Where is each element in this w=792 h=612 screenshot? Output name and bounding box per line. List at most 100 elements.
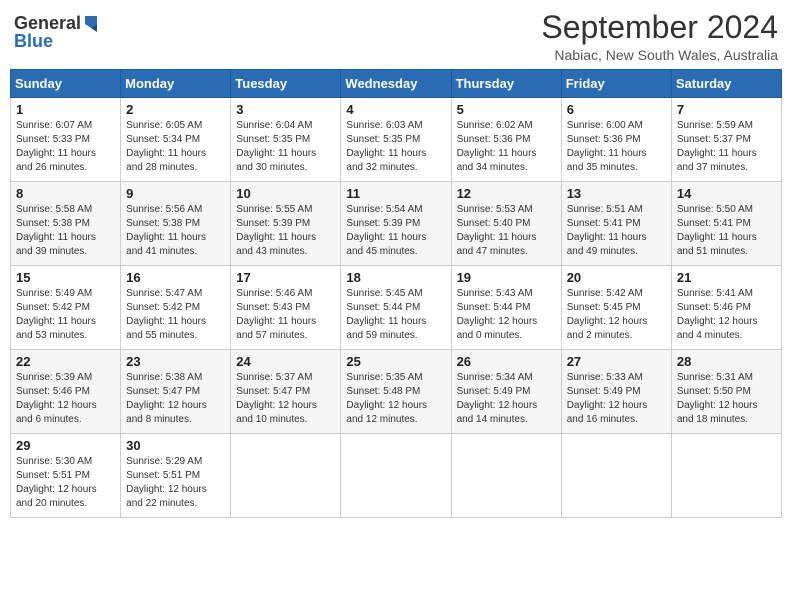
day-info: Sunrise: 5:29 AMSunset: 5:51 PMDaylight:… xyxy=(126,456,207,509)
table-row xyxy=(561,434,671,518)
day-number: 16 xyxy=(126,270,225,285)
day-number: 21 xyxy=(677,270,776,285)
col-wednesday: Wednesday xyxy=(341,70,451,98)
day-number: 17 xyxy=(236,270,335,285)
day-info: Sunrise: 5:56 AMSunset: 5:38 PMDaylight:… xyxy=(126,204,206,257)
title-block: September 2024 Nabiac, New South Wales, … xyxy=(541,10,778,63)
day-info: Sunrise: 5:51 AMSunset: 5:41 PMDaylight:… xyxy=(567,204,647,257)
day-number: 27 xyxy=(567,354,666,369)
day-number: 30 xyxy=(126,438,225,453)
day-info: Sunrise: 5:30 AMSunset: 5:51 PMDaylight:… xyxy=(16,456,97,509)
col-tuesday: Tuesday xyxy=(231,70,341,98)
day-info: Sunrise: 6:03 AMSunset: 5:35 PMDaylight:… xyxy=(346,120,426,173)
day-info: Sunrise: 5:31 AMSunset: 5:50 PMDaylight:… xyxy=(677,372,758,425)
day-number: 5 xyxy=(457,102,556,117)
table-row: 14 Sunrise: 5:50 AMSunset: 5:41 PMDaylig… xyxy=(671,182,781,266)
col-sunday: Sunday xyxy=(11,70,121,98)
table-row: 13 Sunrise: 5:51 AMSunset: 5:41 PMDaylig… xyxy=(561,182,671,266)
day-number: 23 xyxy=(126,354,225,369)
table-row: 3 Sunrise: 6:04 AMSunset: 5:35 PMDayligh… xyxy=(231,98,341,182)
day-number: 3 xyxy=(236,102,335,117)
day-info: Sunrise: 5:45 AMSunset: 5:44 PMDaylight:… xyxy=(346,288,426,341)
col-monday: Monday xyxy=(121,70,231,98)
table-row: 17 Sunrise: 5:46 AMSunset: 5:43 PMDaylig… xyxy=(231,266,341,350)
table-row xyxy=(671,434,781,518)
day-number: 4 xyxy=(346,102,445,117)
table-row: 18 Sunrise: 5:45 AMSunset: 5:44 PMDaylig… xyxy=(341,266,451,350)
logo-flag-icon xyxy=(83,14,99,32)
table-row: 15 Sunrise: 5:49 AMSunset: 5:42 PMDaylig… xyxy=(11,266,121,350)
table-row: 19 Sunrise: 5:43 AMSunset: 5:44 PMDaylig… xyxy=(451,266,561,350)
calendar-week-row: 29 Sunrise: 5:30 AMSunset: 5:51 PMDaylig… xyxy=(11,434,782,518)
day-info: Sunrise: 6:07 AMSunset: 5:33 PMDaylight:… xyxy=(16,120,96,173)
calendar-header-row: Sunday Monday Tuesday Wednesday Thursday… xyxy=(11,70,782,98)
day-number: 2 xyxy=(126,102,225,117)
day-info: Sunrise: 5:46 AMSunset: 5:43 PMDaylight:… xyxy=(236,288,316,341)
calendar-week-row: 8 Sunrise: 5:58 AMSunset: 5:38 PMDayligh… xyxy=(11,182,782,266)
table-row: 6 Sunrise: 6:00 AMSunset: 5:36 PMDayligh… xyxy=(561,98,671,182)
table-row: 8 Sunrise: 5:58 AMSunset: 5:38 PMDayligh… xyxy=(11,182,121,266)
table-row: 27 Sunrise: 5:33 AMSunset: 5:49 PMDaylig… xyxy=(561,350,671,434)
table-row xyxy=(341,434,451,518)
day-number: 18 xyxy=(346,270,445,285)
day-number: 25 xyxy=(346,354,445,369)
table-row: 9 Sunrise: 5:56 AMSunset: 5:38 PMDayligh… xyxy=(121,182,231,266)
day-info: Sunrise: 6:02 AMSunset: 5:36 PMDaylight:… xyxy=(457,120,537,173)
day-info: Sunrise: 5:42 AMSunset: 5:45 PMDaylight:… xyxy=(567,288,648,341)
day-number: 29 xyxy=(16,438,115,453)
day-info: Sunrise: 5:55 AMSunset: 5:39 PMDaylight:… xyxy=(236,204,316,257)
calendar-week-row: 22 Sunrise: 5:39 AMSunset: 5:46 PMDaylig… xyxy=(11,350,782,434)
table-row: 16 Sunrise: 5:47 AMSunset: 5:42 PMDaylig… xyxy=(121,266,231,350)
month-title: September 2024 xyxy=(541,10,778,45)
table-row: 20 Sunrise: 5:42 AMSunset: 5:45 PMDaylig… xyxy=(561,266,671,350)
calendar-week-row: 15 Sunrise: 5:49 AMSunset: 5:42 PMDaylig… xyxy=(11,266,782,350)
table-row xyxy=(451,434,561,518)
day-number: 9 xyxy=(126,186,225,201)
day-info: Sunrise: 6:05 AMSunset: 5:34 PMDaylight:… xyxy=(126,120,206,173)
day-info: Sunrise: 5:35 AMSunset: 5:48 PMDaylight:… xyxy=(346,372,427,425)
col-thursday: Thursday xyxy=(451,70,561,98)
day-info: Sunrise: 5:53 AMSunset: 5:40 PMDaylight:… xyxy=(457,204,537,257)
day-info: Sunrise: 5:58 AMSunset: 5:38 PMDaylight:… xyxy=(16,204,96,257)
table-row: 2 Sunrise: 6:05 AMSunset: 5:34 PMDayligh… xyxy=(121,98,231,182)
day-number: 20 xyxy=(567,270,666,285)
day-info: Sunrise: 5:47 AMSunset: 5:42 PMDaylight:… xyxy=(126,288,206,341)
table-row: 30 Sunrise: 5:29 AMSunset: 5:51 PMDaylig… xyxy=(121,434,231,518)
day-number: 6 xyxy=(567,102,666,117)
table-row: 21 Sunrise: 5:41 AMSunset: 5:46 PMDaylig… xyxy=(671,266,781,350)
day-info: Sunrise: 5:33 AMSunset: 5:49 PMDaylight:… xyxy=(567,372,648,425)
day-info: Sunrise: 5:49 AMSunset: 5:42 PMDaylight:… xyxy=(16,288,96,341)
day-info: Sunrise: 5:37 AMSunset: 5:47 PMDaylight:… xyxy=(236,372,317,425)
col-saturday: Saturday xyxy=(671,70,781,98)
day-info: Sunrise: 6:04 AMSunset: 5:35 PMDaylight:… xyxy=(236,120,316,173)
day-info: Sunrise: 5:59 AMSunset: 5:37 PMDaylight:… xyxy=(677,120,757,173)
day-number: 13 xyxy=(567,186,666,201)
day-number: 12 xyxy=(457,186,556,201)
day-number: 19 xyxy=(457,270,556,285)
day-info: Sunrise: 5:38 AMSunset: 5:47 PMDaylight:… xyxy=(126,372,207,425)
calendar-week-row: 1 Sunrise: 6:07 AMSunset: 5:33 PMDayligh… xyxy=(11,98,782,182)
table-row: 24 Sunrise: 5:37 AMSunset: 5:47 PMDaylig… xyxy=(231,350,341,434)
page-header: General Blue September 2024 Nabiac, New … xyxy=(10,10,782,63)
day-number: 7 xyxy=(677,102,776,117)
table-row: 7 Sunrise: 5:59 AMSunset: 5:37 PMDayligh… xyxy=(671,98,781,182)
day-info: Sunrise: 5:39 AMSunset: 5:46 PMDaylight:… xyxy=(16,372,97,425)
day-number: 8 xyxy=(16,186,115,201)
day-info: Sunrise: 5:41 AMSunset: 5:46 PMDaylight:… xyxy=(677,288,758,341)
day-info: Sunrise: 5:43 AMSunset: 5:44 PMDaylight:… xyxy=(457,288,538,341)
day-info: Sunrise: 5:54 AMSunset: 5:39 PMDaylight:… xyxy=(346,204,426,257)
table-row xyxy=(231,434,341,518)
day-info: Sunrise: 5:34 AMSunset: 5:49 PMDaylight:… xyxy=(457,372,538,425)
day-number: 22 xyxy=(16,354,115,369)
logo-blue-text: Blue xyxy=(14,32,53,50)
day-number: 15 xyxy=(16,270,115,285)
table-row: 29 Sunrise: 5:30 AMSunset: 5:51 PMDaylig… xyxy=(11,434,121,518)
table-row: 26 Sunrise: 5:34 AMSunset: 5:49 PMDaylig… xyxy=(451,350,561,434)
table-row: 28 Sunrise: 5:31 AMSunset: 5:50 PMDaylig… xyxy=(671,350,781,434)
table-row: 23 Sunrise: 5:38 AMSunset: 5:47 PMDaylig… xyxy=(121,350,231,434)
day-number: 26 xyxy=(457,354,556,369)
logo: General Blue xyxy=(14,14,99,50)
day-number: 1 xyxy=(16,102,115,117)
day-info: Sunrise: 5:50 AMSunset: 5:41 PMDaylight:… xyxy=(677,204,757,257)
table-row: 25 Sunrise: 5:35 AMSunset: 5:48 PMDaylig… xyxy=(341,350,451,434)
